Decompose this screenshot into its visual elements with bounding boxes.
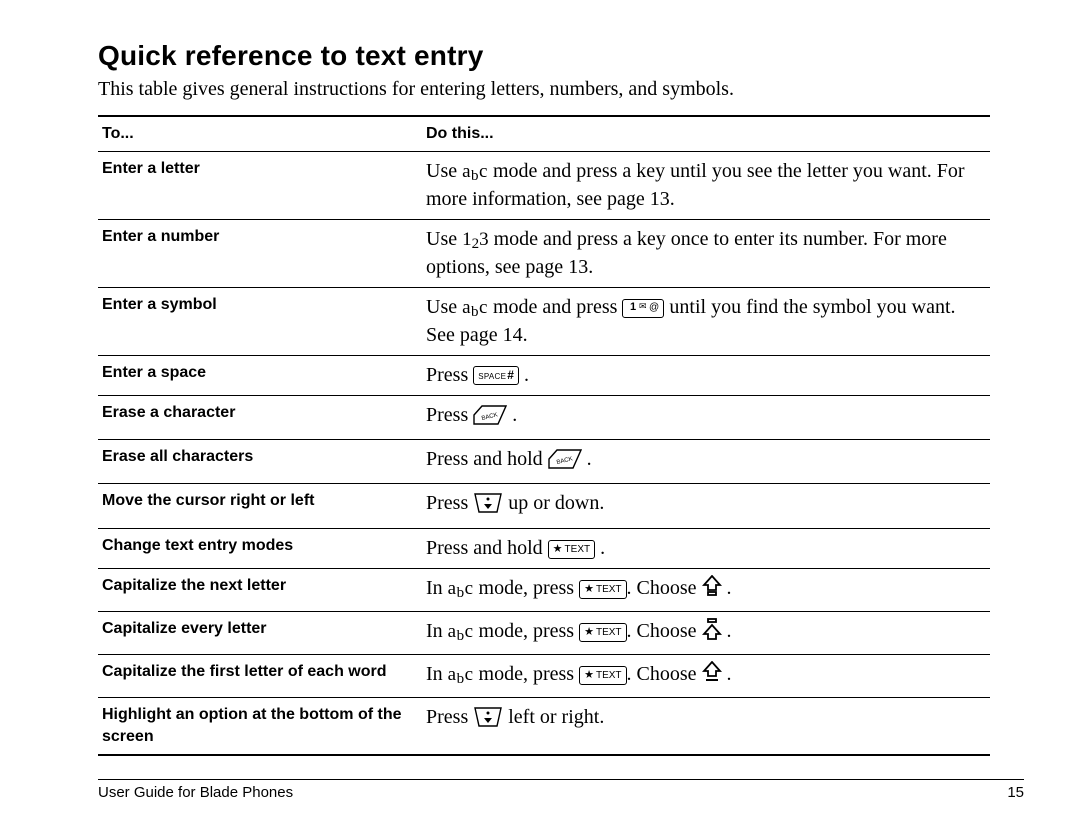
row-instruction: Press left or right. bbox=[422, 698, 990, 755]
row-instruction: Use abc mode and press 1✉@ until you fin… bbox=[422, 288, 990, 356]
svg-text:✉: ✉ bbox=[639, 301, 647, 311]
table-row: Capitalize every letter In abc mode, pre… bbox=[98, 612, 990, 655]
cap-first-icon bbox=[702, 661, 722, 691]
header-to: To... bbox=[98, 116, 422, 151]
star-text-key-icon: TEXT bbox=[548, 540, 595, 559]
row-label: Erase a character bbox=[98, 396, 422, 440]
abc-mode-icon: abc bbox=[448, 578, 474, 599]
table-row: Erase a character Press BACK . bbox=[98, 396, 990, 440]
table-row: Enter a symbol Use abc mode and press 1✉… bbox=[98, 288, 990, 356]
123-mode-icon: 123 bbox=[462, 229, 489, 250]
star-text-key-icon: TEXT bbox=[579, 623, 626, 642]
row-label: Enter a symbol bbox=[98, 288, 422, 356]
page-title: Quick reference to text entry bbox=[98, 40, 990, 72]
row-instruction: Press up or down. bbox=[422, 484, 990, 529]
row-label: Capitalize the next letter bbox=[98, 569, 422, 612]
row-label: Enter a space bbox=[98, 356, 422, 396]
row-instruction: Use abc mode and press a key until you s… bbox=[422, 151, 990, 219]
row-instruction: In abc mode, press TEXT. Choose . bbox=[422, 655, 990, 698]
table-row: Erase all characters Press and hold BACK… bbox=[98, 440, 990, 484]
row-label: Enter a letter bbox=[98, 151, 422, 219]
intro-text: This table gives general instructions fo… bbox=[98, 78, 990, 101]
one-key-icon: 1✉@ bbox=[622, 299, 664, 318]
row-label: Enter a number bbox=[98, 219, 422, 287]
row-label: Highlight an option at the bottom of the… bbox=[98, 698, 422, 755]
page-number: 15 bbox=[1007, 784, 1024, 801]
back-key-icon: BACK bbox=[548, 449, 582, 477]
table-row: Change text entry modes Press and hold T… bbox=[98, 529, 990, 569]
table-row: Capitalize the next letter In abc mode, … bbox=[98, 569, 990, 612]
row-label: Capitalize every letter bbox=[98, 612, 422, 655]
abc-mode-icon: abc bbox=[448, 664, 474, 685]
row-label: Capitalize the first letter of each word bbox=[98, 655, 422, 698]
header-do: Do this... bbox=[422, 116, 990, 151]
star-text-key-icon: TEXT bbox=[579, 580, 626, 599]
row-instruction: Use 123 mode and press a key once to ent… bbox=[422, 219, 990, 287]
table-row: Enter a letter Use abc mode and press a … bbox=[98, 151, 990, 219]
row-instruction: In abc mode, press TEXT. Choose . bbox=[422, 569, 990, 612]
row-label: Erase all characters bbox=[98, 440, 422, 484]
back-key-icon: BACK bbox=[473, 405, 507, 433]
row-label: Change text entry modes bbox=[98, 529, 422, 569]
table-row: Enter a space Press . bbox=[98, 356, 990, 396]
svg-text:1: 1 bbox=[630, 301, 636, 312]
table-row: Move the cursor right or left Press up o… bbox=[98, 484, 990, 529]
row-instruction: In abc mode, press TEXT. Choose . bbox=[422, 612, 990, 655]
row-label: Move the cursor right or left bbox=[98, 484, 422, 529]
reference-table: To... Do this... Enter a letter Use abc … bbox=[98, 115, 990, 756]
table-header-row: To... Do this... bbox=[98, 116, 990, 151]
table-row: Capitalize the first letter of each word… bbox=[98, 655, 990, 698]
table-row: Enter a number Use 123 mode and press a … bbox=[98, 219, 990, 287]
nav-key-icon bbox=[473, 706, 503, 736]
abc-mode-icon: abc bbox=[462, 297, 488, 318]
footer-title: User Guide for Blade Phones bbox=[98, 784, 293, 801]
table-row: Highlight an option at the bottom of the… bbox=[98, 698, 990, 755]
space-hash-key-icon bbox=[473, 366, 519, 385]
abc-mode-icon: abc bbox=[462, 161, 488, 182]
abc-mode-icon: abc bbox=[448, 621, 474, 642]
row-instruction: Press and hold BACK . bbox=[422, 440, 990, 484]
row-instruction: Press BACK . bbox=[422, 396, 990, 440]
row-instruction: Press and hold TEXT . bbox=[422, 529, 990, 569]
cap-every-icon bbox=[702, 618, 722, 648]
star-text-key-icon: TEXT bbox=[579, 666, 626, 685]
row-instruction: Press . bbox=[422, 356, 990, 396]
cap-next-icon bbox=[702, 575, 722, 605]
nav-key-icon bbox=[473, 492, 503, 522]
svg-text:@: @ bbox=[649, 302, 659, 312]
page-footer: User Guide for Blade Phones 15 bbox=[98, 779, 1024, 801]
